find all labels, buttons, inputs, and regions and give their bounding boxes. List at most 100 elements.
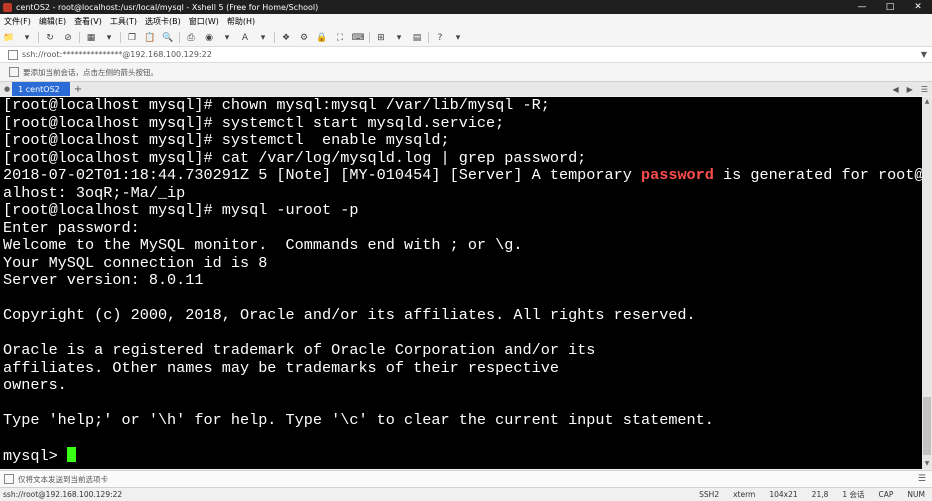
terminal-scrollbar[interactable]: ▲ ▼ [922, 97, 932, 469]
close-button[interactable]: ✕ [904, 0, 932, 14]
terminal-line: [root@localhost mysql]# systemctl enable… [3, 131, 450, 149]
toolbar-separator [428, 32, 429, 43]
globe-icon[interactable]: ◉ [202, 32, 216, 44]
terminal-line: [root@localhost mysql]# systemctl start … [3, 113, 505, 132]
terminal-line: Type 'help;' or '\h' for help. Type '\c'… [3, 411, 714, 429]
highlighted-password: password [640, 166, 714, 184]
xftp-icon[interactable]: ❖ [279, 32, 293, 44]
status-sessions: 1 会话 [842, 490, 865, 499]
terminal-cursor [66, 447, 76, 462]
menu-view[interactable]: 查看(V) [70, 16, 106, 27]
terminal-line: [root@localhost mysql]# cat /var/log/mys… [3, 148, 587, 167]
scroll-down-icon[interactable]: ▼ [922, 459, 932, 469]
terminal-line: [root@localhost mysql]# mysql -uroot -p [3, 201, 359, 219]
new-session-icon[interactable]: 📁 [2, 32, 16, 44]
terminal-area[interactable]: [root@localhost mysql]# chown mysql:mysq… [0, 97, 922, 469]
mysql-prompt: mysql> [3, 447, 67, 465]
status-term-size: 104x21 [769, 490, 798, 499]
status-protocol: SSH2 [699, 490, 720, 499]
status-bar: ssh://root@192.168.100.129:22 SSH2 xterm… [0, 487, 932, 501]
toolbar-separator [38, 32, 39, 43]
toolbar-separator [179, 32, 180, 43]
terminal-line: owners. [3, 376, 67, 394]
window-title: centOS2 - root@localhost:/usr/local/mysq… [16, 2, 319, 12]
address-bar[interactable]: ssh://root:***************@192.168.100.1… [0, 47, 932, 63]
toolbar-separator [369, 32, 370, 43]
dropdown-icon[interactable]: ▾ [392, 32, 406, 44]
status-term-type: xterm [733, 490, 756, 499]
toolbar-separator [274, 32, 275, 43]
menu-edit[interactable]: 编辑(E) [35, 16, 70, 27]
hint-text: 要添加当前会话，点击左侧的箭头按钮。 [23, 67, 158, 77]
hint-bar: 要添加当前会话，点击左侧的箭头按钮。 [0, 63, 932, 82]
toolbar-separator [79, 32, 80, 43]
menu-tools[interactable]: 工具(T) [106, 16, 141, 27]
open-icon[interactable]: ▾ [20, 32, 34, 44]
font-icon[interactable]: A [238, 32, 252, 44]
status-num: NUM [907, 490, 925, 499]
address-text[interactable]: ssh://root:***************@192.168.100.1… [22, 50, 212, 59]
dropdown-icon[interactable]: ▾ [256, 32, 270, 44]
xshell-app-icon [3, 2, 12, 12]
compose-input-placeholder[interactable]: 仅将文本发送到当前选项卡 [18, 474, 108, 485]
terminal-line: [root@localhost mysql]# chown mysql:mysq… [3, 97, 550, 114]
disconnect-icon[interactable]: ⊘ [61, 32, 75, 44]
add-session-icon[interactable] [9, 67, 19, 77]
layout-icon[interactable]: ▤ [410, 32, 424, 44]
help-icon[interactable]: ? [433, 32, 447, 44]
compose-icon[interactable]: ⊞ [374, 32, 388, 44]
menu-window[interactable]: 窗口(W) [185, 16, 223, 27]
dropdown-icon[interactable]: ▾ [220, 32, 234, 44]
terminal-line: Welcome to the MySQL monitor. Commands e… [3, 236, 523, 254]
mysql-prompt-line[interactable]: mysql> [0, 447, 922, 465]
fullscreen-icon[interactable]: ⛶ [333, 32, 347, 44]
add-tab-icon[interactable]: + [74, 84, 82, 95]
compose-icon[interactable] [4, 474, 14, 484]
minimize-button[interactable]: — [848, 0, 876, 14]
scroll-up-icon[interactable]: ▲ [922, 97, 932, 107]
compose-input-bar[interactable]: 仅将文本发送到当前选项卡 ☰ [0, 470, 932, 487]
log-text-before: 2018-07-02T01:18:44.730291Z 5 [Note] [MY… [3, 166, 641, 184]
tunnel-icon[interactable]: ⚙ [297, 32, 311, 44]
title-bar: centOS2 - root@localhost:/usr/local/mysq… [0, 0, 932, 14]
menu-tabs[interactable]: 选项卡(B) [141, 16, 185, 27]
find-icon[interactable]: 🔍 [161, 32, 175, 44]
status-cursor-pos: 21,8 [811, 490, 829, 499]
terminal-line: alhost: 3oqR;-Ma/_ip [3, 183, 186, 202]
address-icon [8, 49, 18, 60]
terminal-log-line: 2018-07-02T01:18:44.730291Z 5 [Note] [MY… [0, 166, 922, 185]
maximize-button[interactable]: □ [876, 0, 904, 14]
menu-help[interactable]: 帮助(H) [223, 16, 259, 27]
reconnect-icon[interactable]: ↻ [43, 32, 57, 44]
terminal-line: affiliates. Other names may be trademark… [3, 358, 559, 377]
tab-pin-icon[interactable]: ● [4, 85, 10, 93]
menu-file[interactable]: 文件(F) [0, 16, 35, 27]
compose-menu-icon[interactable]: ☰ [918, 474, 926, 484]
menu-bar: 文件(F) 编辑(E) 查看(V) 工具(T) 选项卡(B) 窗口(W) 帮助(… [0, 14, 932, 29]
tab-menu-icon[interactable]: ☰ [921, 85, 928, 94]
terminal-line: Oracle is a registered trademark of Orac… [3, 341, 596, 359]
terminal-line: Your MySQL connection id is 8 [3, 253, 268, 272]
lock-icon[interactable]: 🔒 [315, 32, 329, 44]
terminal-line: Server version: 8.0.11 [3, 271, 204, 289]
toolbar-separator [120, 32, 121, 43]
copy-icon[interactable]: ❐ [125, 32, 139, 44]
tab-bar: ● 1 centOS2 + ◀ ▶ ☰ [0, 82, 932, 96]
dropdown-icon[interactable]: ▾ [451, 32, 465, 44]
terminal-line: Copyright (c) 2000, 2018, Oracle and/or … [3, 306, 696, 324]
tab-prev-icon[interactable]: ◀ [893, 85, 899, 94]
paste-icon[interactable]: 📋 [143, 32, 157, 44]
tab-next-icon[interactable]: ▶ [907, 85, 913, 94]
properties-icon[interactable]: ▦ [84, 32, 98, 44]
keyboard-icon[interactable]: ⌨ [351, 32, 365, 44]
tab-centos2[interactable]: 1 centOS2 [12, 82, 70, 96]
print-icon[interactable]: ⎙ [184, 32, 198, 44]
dropdown-icon[interactable]: ▾ [102, 32, 116, 44]
address-dropdown-icon[interactable]: ▼ [921, 50, 927, 59]
status-cap: CAP [878, 490, 894, 499]
log-text-after: is generated for root@loc [723, 166, 922, 184]
terminal-line: Enter password: [3, 218, 140, 237]
scrollbar-thumb[interactable] [923, 397, 931, 455]
